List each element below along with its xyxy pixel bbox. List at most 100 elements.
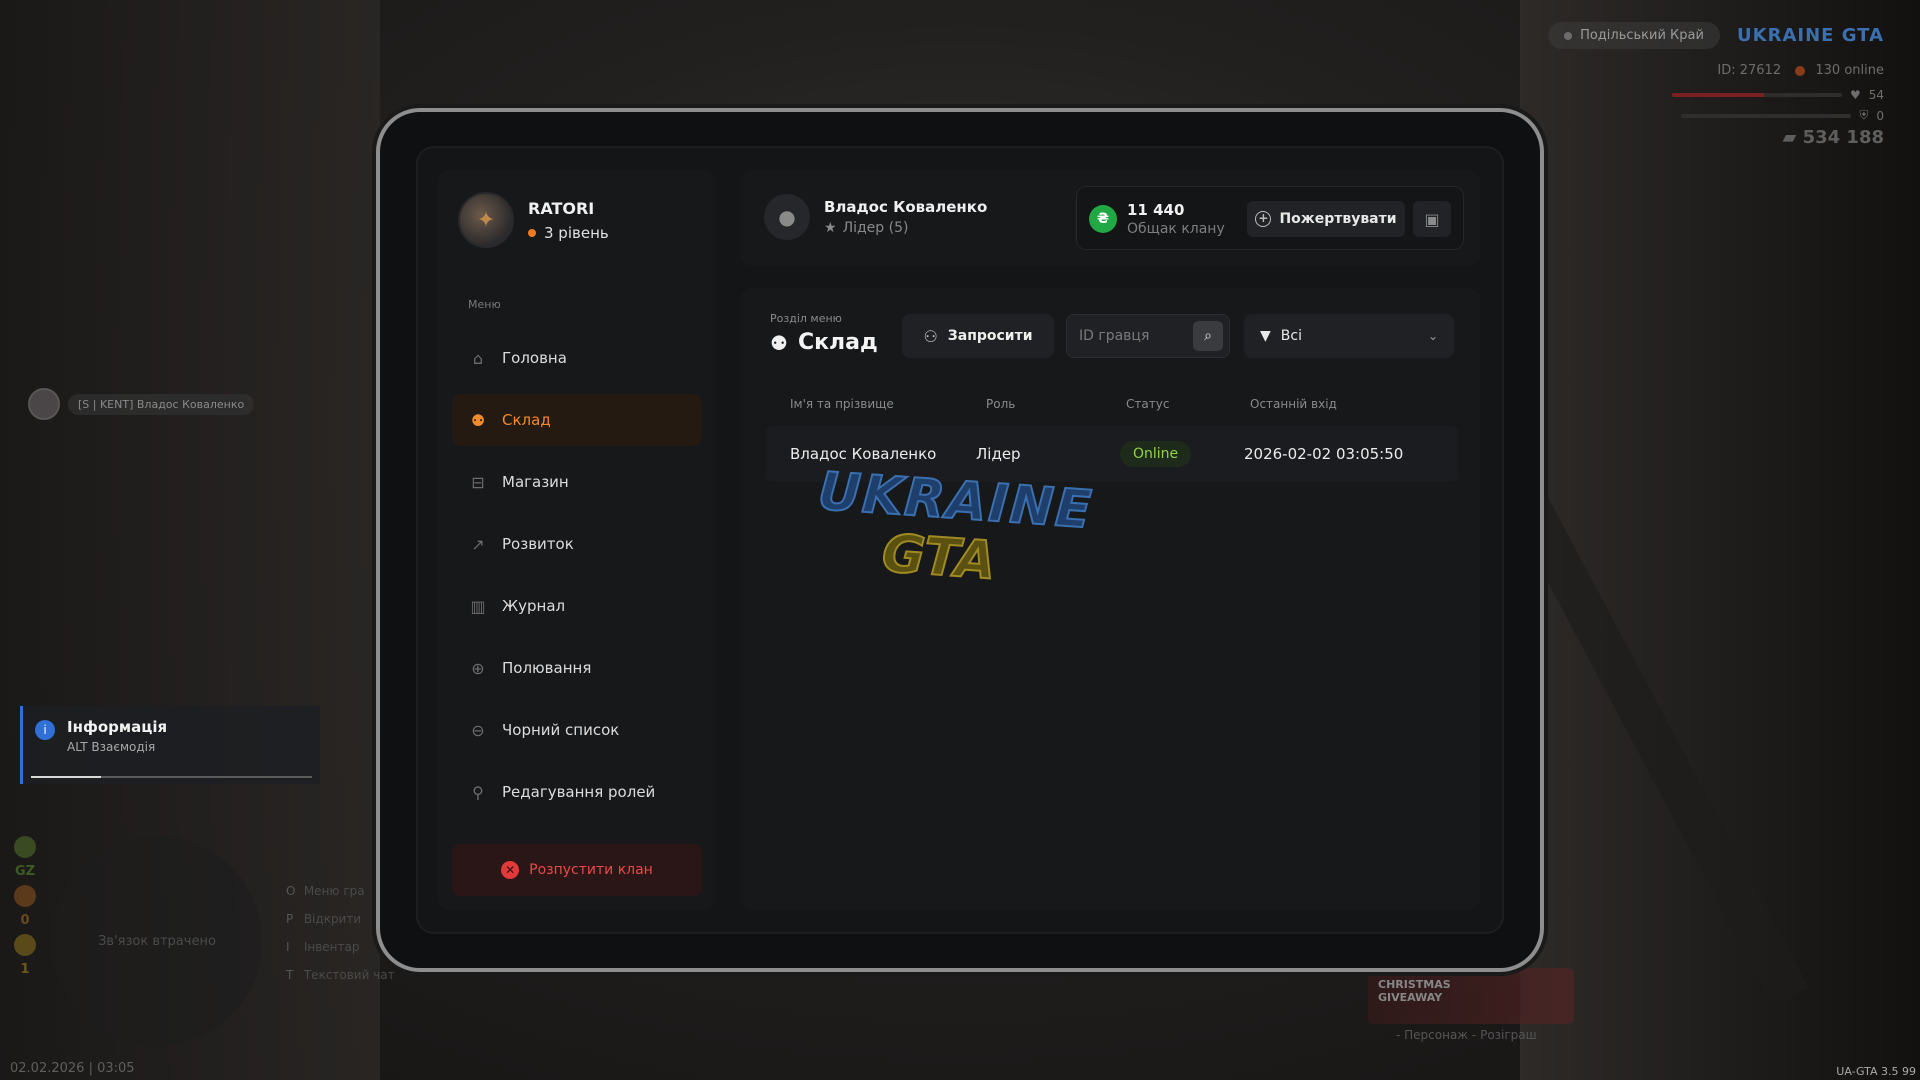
donate-button[interactable]: + Пожертвувати <box>1247 201 1405 237</box>
filter-value: Всі <box>1280 328 1302 344</box>
user-edit-icon: ⚲ <box>472 782 484 802</box>
sidebar-item-development[interactable]: ↗ Розвиток <box>452 518 702 570</box>
disband-label: Розпустити клан <box>529 862 653 878</box>
clan-name: RATORI <box>528 198 595 218</box>
sidebar-item-label: Головна <box>502 349 567 367</box>
star-stat-icon <box>14 934 36 956</box>
page-title: ⚉ Склад <box>770 330 878 355</box>
player-nametag: [S | KENT] Владос Коваленко <box>28 388 255 420</box>
user-role-label: Лідер (5) <box>842 220 909 236</box>
hryvnia-icon: ₴ <box>1089 205 1117 233</box>
sidebar-item-blacklist[interactable]: ⊖ Чорний список <box>452 704 702 756</box>
sidebar-item-label: Журнал <box>502 597 566 615</box>
search-input[interactable] <box>1079 315 1189 357</box>
column-header-role: Роль <box>986 397 1016 411</box>
clan-level: 3 рівень <box>528 224 609 242</box>
health-row: ♥ 54 <box>1671 88 1884 102</box>
filter-dropdown[interactable]: ▼ Всі ⌄ <box>1244 314 1454 358</box>
chart-icon: ↗ <box>471 534 485 554</box>
sidebar-item-label: Редагування ролей <box>502 783 656 801</box>
money-icon: ▰ <box>1782 127 1797 148</box>
clan-avatar: ✦ <box>458 192 514 248</box>
shield-stat-icon <box>14 836 36 858</box>
bank-amount: 11 440 <box>1127 201 1185 219</box>
notification-progress <box>31 776 312 778</box>
health-bar-fill <box>1671 93 1764 97</box>
sidebar-item-role-edit[interactable]: ⚲ Редагування ролей <box>452 766 702 818</box>
section-caption: Розділ меню <box>770 312 842 325</box>
user-name: Владос Коваленко <box>824 198 988 216</box>
shield-icon: ⛨ <box>1859 108 1869 122</box>
info-icon: i <box>35 720 55 740</box>
people-icon: ⚉ <box>470 410 486 430</box>
disband-clan-button[interactable]: ✕ Розпустити клан <box>452 844 702 896</box>
server-name: Подільський Край <box>1580 28 1704 43</box>
sidebar-item-label: Магазин <box>502 473 569 491</box>
promo-subtitle: - Персонаж - Розіграш <box>1396 1028 1537 1042</box>
header-card: ● Владос Коваленко ★ Лідер (5) ₴ 11 440 … <box>740 170 1480 266</box>
clan-profile: ✦ RATORI 3 рівень <box>458 192 609 248</box>
clan-level-label: 3 рівень <box>544 223 609 242</box>
sidebar-item-label: Розвиток <box>502 535 574 553</box>
sidebar-item-label: Полювання <box>502 659 592 677</box>
column-header-last-login: Останній вхід <box>1250 397 1337 411</box>
clan-tablet: ✦ RATORI 3 рівень Меню ⌂ Головна ⚉ Склад… <box>376 108 1544 972</box>
sidebar-menu: ⌂ Головна ⚉ Склад ⊟ Магазин ↗ Розвиток ▥ <box>452 332 702 818</box>
info-notification: i Інформація ALT Взаємодія <box>20 706 320 784</box>
table-header: Ім'я та прізвище Роль Статус Останній вх… <box>766 388 1458 420</box>
online-icon <box>1795 65 1806 76</box>
cross-stat-icon <box>14 885 36 907</box>
basket-icon: ⊟ <box>471 472 485 492</box>
user-role: ★ Лідер (5) <box>824 220 987 236</box>
people-icon: ⚉ <box>770 330 788 355</box>
donate-label: Пожертвувати <box>1279 211 1397 227</box>
server-icon <box>1564 31 1573 40</box>
hud-stats: GZ 0 1 <box>14 836 36 977</box>
stat-value-0: 0 <box>20 913 30 928</box>
sidebar-item-roster[interactable]: ⚉ Склад <box>452 394 702 446</box>
online-count: 130 online <box>1815 63 1884 78</box>
member-status: Online <box>1120 441 1244 467</box>
minimap: Зв'язок втрачено <box>52 836 262 1046</box>
avatar <box>28 388 60 420</box>
hud-player-info: ID: 27612 130 online <box>1548 63 1884 78</box>
add-user-icon: ⚇ <box>923 326 938 346</box>
block-icon: ⊖ <box>471 720 485 740</box>
promo-banner[interactable]: CHRISTMAS GIVEAWAY <box>1368 968 1574 1024</box>
status-badge: Online <box>1120 441 1192 467</box>
sidebar-item-journal[interactable]: ▥ Журнал <box>452 580 702 632</box>
table-row[interactable]: Владос Коваленко Лідер Online 2026-02-02… <box>766 426 1458 482</box>
chevron-down-icon: ⌄ <box>1427 329 1438 343</box>
sidebar-item-hunting[interactable]: ⊕ Полювання <box>452 642 702 694</box>
sidebar-item-home[interactable]: ⌂ Головна <box>452 332 702 384</box>
menu-caption: Меню <box>468 298 501 311</box>
sidebar: ✦ RATORI 3 рівень Меню ⌂ Головна ⚉ Склад… <box>438 170 716 910</box>
search-icon: ⌕ <box>1204 328 1212 344</box>
background-wall-right <box>1520 0 1920 1080</box>
home-icon: ⌂ <box>472 348 484 368</box>
clan-bank: ₴ 11 440 Общак клану + Пожертвувати ▣ <box>1076 186 1464 250</box>
search-button[interactable]: ⌕ <box>1193 321 1223 351</box>
invite-button[interactable]: ⚇ Запросити <box>902 314 1054 358</box>
sidebar-item-shop[interactable]: ⊟ Магазин <box>452 456 702 508</box>
datetime-display: 02.02.2026 | 03:05 <box>10 1061 135 1076</box>
member-name: Владос Коваленко <box>790 444 937 463</box>
health-value: 54 <box>1868 88 1884 102</box>
stat-value-1: 1 <box>20 962 30 977</box>
archive-button[interactable]: ▣ <box>1413 201 1451 237</box>
hud-top-right: Подільський Край UKRAINE GTA ID: 27612 1… <box>1548 22 1884 148</box>
roster-panel: Розділ меню ⚉ Склад ⚇ Запросити ⌕ ▼ Всі … <box>740 288 1480 910</box>
notification-subtitle: ALT Взаємодія <box>67 740 156 754</box>
invite-label: Запросити <box>947 328 1033 344</box>
money-value: 534 188 <box>1802 127 1884 148</box>
sidebar-item-label: Склад <box>502 411 551 429</box>
bank-label: Общак клану <box>1127 221 1225 237</box>
close-icon: ✕ <box>501 861 520 879</box>
filter-icon: ▼ <box>1260 328 1271 344</box>
star-icon: ★ <box>824 220 837 236</box>
money-display: ▰ 534 188 <box>1548 127 1884 148</box>
archive-icon: ▣ <box>1424 209 1440 229</box>
members-table: Ім'я та прізвище Роль Статус Останній вх… <box>766 388 1458 482</box>
book-icon: ▥ <box>470 596 486 616</box>
player-tag-name: [S | KENT] Владос Коваленко <box>68 393 255 415</box>
